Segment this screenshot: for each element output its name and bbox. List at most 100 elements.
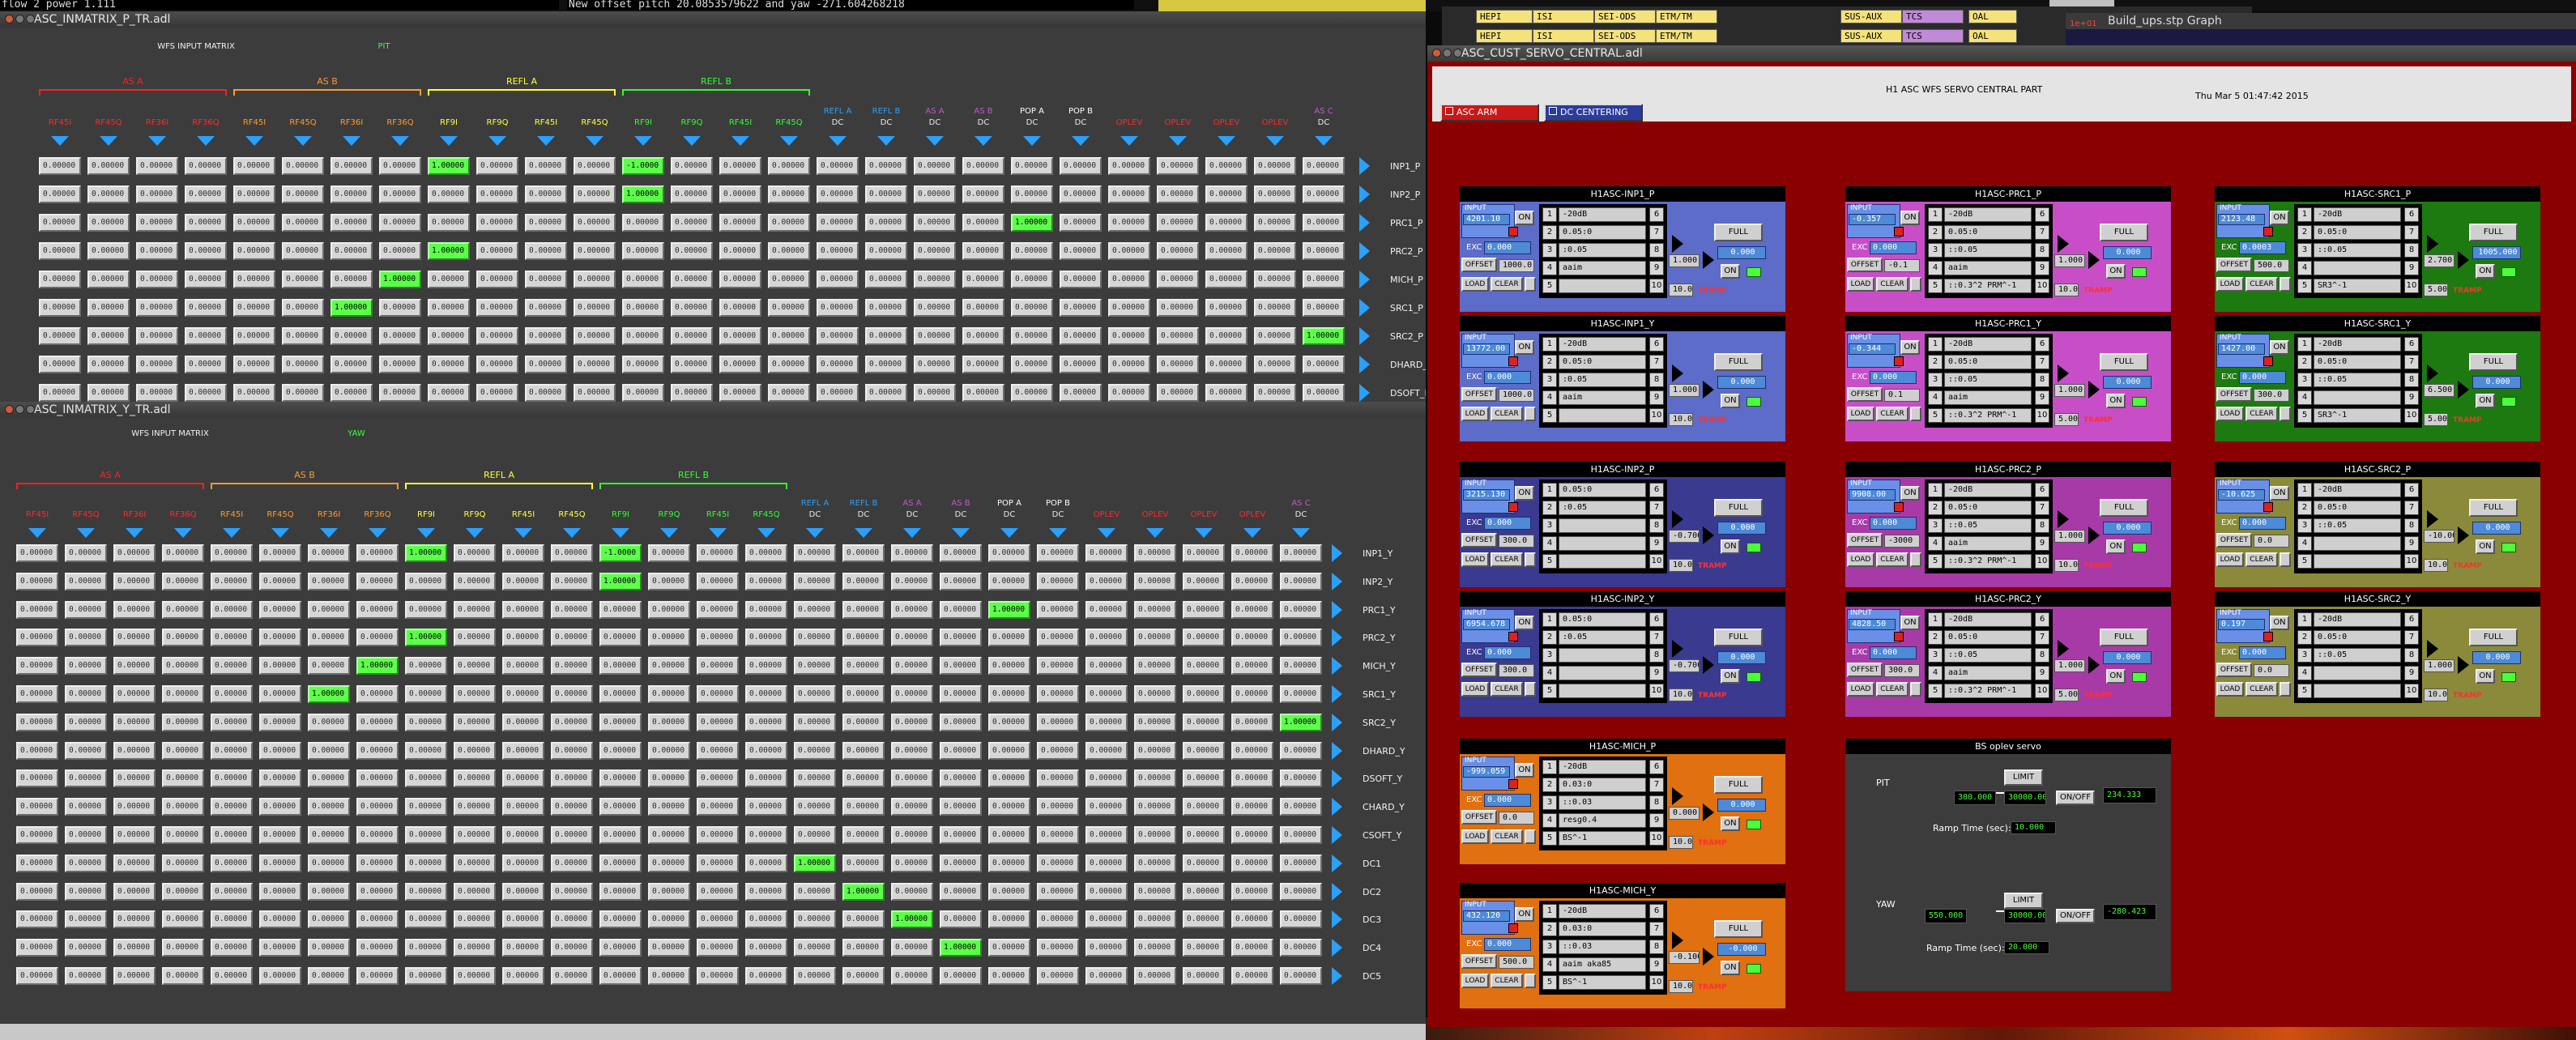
clear-button[interactable]: CLEAR [1876, 277, 1909, 292]
matrix-cell[interactable]: 0.00000 [1303, 185, 1345, 203]
matrix-cell[interactable]: 0.00000 [1231, 798, 1273, 816]
clear-button[interactable]: CLEAR [1491, 829, 1523, 844]
matrix-cell[interactable]: 0.00000 [794, 544, 836, 562]
matrix-cell[interactable]: 0.00000 [745, 769, 787, 788]
matrix-cell[interactable]: 0.00000 [308, 798, 350, 816]
filter-slot[interactable]: -20dB [2314, 612, 2401, 627]
matrix-cell[interactable]: 0.00000 [1205, 327, 1247, 345]
filter-number[interactable]: 8 [2404, 648, 2419, 663]
filter-slot[interactable]: 0.05:0 [2314, 501, 2401, 515]
matrix-cell[interactable]: 0.00000 [87, 157, 130, 175]
matrix-cell[interactable]: 0.00000 [648, 600, 690, 619]
filter-slot[interactable]: -20dB [2314, 207, 2401, 222]
filter-slot[interactable] [1559, 666, 1646, 680]
filter-number[interactable]: 10 [2035, 554, 2049, 569]
medm-btn-tcs-2[interactable]: TCS [1902, 29, 1964, 43]
matrix-cell[interactable]: 0.00000 [745, 685, 787, 703]
matrix-cell[interactable]: 0.00000 [1231, 544, 1273, 562]
matrix-cell[interactable]: 0.00000 [39, 185, 81, 203]
offset-button[interactable]: OFFSET [1461, 533, 1497, 548]
filter-slot[interactable]: -20dB [2314, 337, 2401, 352]
matrix-cell[interactable]: 0.00000 [719, 356, 761, 373]
offset-on-button[interactable] [2280, 407, 2291, 421]
matrix-cell[interactable]: 1.00000 [940, 939, 982, 957]
matrix-cell[interactable]: 0.00000 [308, 854, 350, 872]
matrix-cell[interactable]: 0.00000 [454, 685, 496, 703]
matrix-cell[interactable]: 0.00000 [988, 657, 1030, 676]
matrix-cell[interactable]: 0.00000 [745, 798, 787, 816]
matrix-cell[interactable]: 0.00000 [259, 629, 301, 647]
output-on-button[interactable]: ON [2476, 539, 2495, 554]
matrix-cell[interactable]: 0.00000 [551, 826, 593, 844]
filter-number[interactable]: 7 [2404, 225, 2419, 240]
filter-number[interactable]: 3 [1542, 518, 1557, 533]
matrix-cell[interactable]: 0.00000 [379, 242, 421, 260]
matrix-cell[interactable]: 0.00000 [405, 854, 447, 872]
filter-number[interactable]: 2 [1542, 225, 1557, 240]
filter-number[interactable]: 4 [1542, 536, 1557, 551]
medm-btn-susaux-1[interactable]: SUS-AUX [1840, 10, 1902, 23]
matrix-cell[interactable]: 0.00000 [842, 572, 885, 590]
matrix-cell[interactable]: 0.00000 [622, 327, 664, 345]
matrix-cell[interactable]: 0.00000 [476, 384, 518, 402]
matrix-cell[interactable]: 0.00000 [136, 327, 178, 345]
filter-slot[interactable]: aaim aka85 [1559, 957, 1646, 972]
matrix-cell[interactable]: 0.00000 [162, 882, 204, 901]
matrix-cell[interactable]: 0.00000 [113, 910, 156, 929]
filter-number[interactable]: 8 [2035, 373, 2049, 387]
matrix-cell[interactable]: 0.00000 [476, 157, 518, 175]
filter-number[interactable]: 8 [2404, 243, 2419, 258]
filter-number[interactable]: 5 [2297, 279, 2312, 293]
filter-slot[interactable]: 0.05:0 [1944, 225, 2032, 240]
filter-number[interactable]: 2 [1542, 501, 1557, 515]
matrix-cell[interactable]: 1.00000 [405, 629, 447, 647]
matrix-cell[interactable]: 0.00000 [671, 214, 713, 232]
full-button[interactable]: FULL [1714, 353, 1763, 371]
close-icon[interactable] [1432, 49, 1441, 58]
matrix-cell[interactable]: 0.00000 [865, 271, 907, 288]
matrix-cell[interactable]: 0.00000 [574, 384, 616, 402]
matrix-cell[interactable]: 0.00000 [1037, 600, 1079, 619]
matrix-cell[interactable]: 0.00000 [988, 910, 1030, 929]
matrix-cell[interactable]: 0.00000 [259, 967, 301, 985]
matrix-cell[interactable]: 0.00000 [1108, 214, 1150, 232]
matrix-cell[interactable]: 0.00000 [551, 713, 593, 731]
matrix-cell[interactable]: 0.00000 [185, 242, 227, 260]
matrix-cell[interactable]: 0.00000 [1037, 713, 1079, 731]
matrix-cell[interactable]: 0.00000 [842, 600, 885, 619]
matrix-cell[interactable]: 0.00000 [282, 271, 324, 288]
offset-value[interactable]: 0.0 [1499, 812, 1534, 825]
filter-slot[interactable]: -20dB [1944, 337, 2032, 352]
matrix-cell[interactable]: 0.00000 [865, 214, 907, 232]
full-button[interactable]: FULL [2100, 499, 2148, 517]
matrix-cell[interactable]: 0.00000 [1280, 798, 1322, 816]
matrix-cell[interactable]: 0.00000 [502, 685, 544, 703]
filter-slot[interactable]: ::0.3^2 PRM^-1 [1944, 554, 2032, 569]
filter-number[interactable]: 10 [2035, 684, 2049, 698]
matrix-cell[interactable]: 0.00000 [1085, 600, 1128, 619]
matrix-cell[interactable]: 0.00000 [962, 384, 1004, 402]
matrix-cell[interactable]: 0.00000 [1060, 185, 1102, 203]
medm-btn-tcs-1[interactable]: TCS [1902, 10, 1964, 23]
filter-number[interactable]: 10 [1649, 554, 1664, 569]
filter-slot[interactable]: 0.05:0 [1559, 483, 1646, 497]
matrix-cell[interactable]: 0.00000 [988, 741, 1030, 760]
matrix-cell[interactable]: 0.00000 [962, 299, 1004, 317]
matrix-cell[interactable]: 0.00000 [745, 826, 787, 844]
filter-slot[interactable]: 0.05:0 [1944, 630, 2032, 645]
matrix-cell[interactable]: 0.00000 [1085, 544, 1128, 562]
filter-number[interactable]: 5 [1542, 408, 1557, 423]
matrix-cell[interactable]: 0.00000 [914, 384, 956, 402]
matrix-cell[interactable]: 0.00000 [113, 657, 156, 676]
matrix-cell[interactable]: 0.00000 [16, 769, 58, 788]
matrix-cell[interactable]: 0.00000 [962, 157, 1004, 175]
filter-number[interactable]: 7 [2035, 501, 2049, 515]
input-on-button[interactable]: ON [1515, 616, 1534, 630]
matrix-cell[interactable]: 0.00000 [940, 741, 982, 760]
medm-btn-etm-2[interactable]: ETM/TM [1656, 29, 1717, 43]
matrix-cell[interactable]: 0.00000 [1254, 242, 1296, 260]
matrix-cell[interactable]: 0.00000 [259, 685, 301, 703]
matrix-cell[interactable]: 0.00000 [1231, 826, 1273, 844]
offset-button[interactable]: OFFSET [1847, 387, 1883, 402]
filter-slot[interactable]: aaim [1944, 536, 2032, 551]
